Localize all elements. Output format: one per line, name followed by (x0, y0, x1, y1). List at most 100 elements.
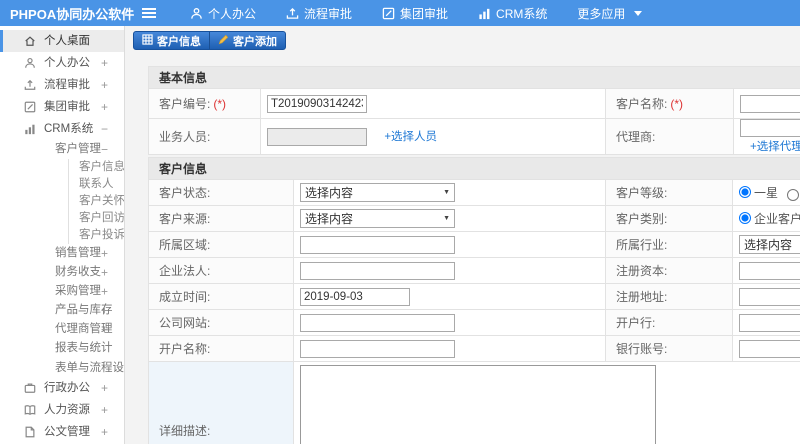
sidebar-item-crm[interactable]: CRM系统 − (0, 118, 124, 140)
bank-input[interactable] (739, 313, 800, 332)
grade-radio-2[interactable] (787, 189, 800, 202)
website-label: 公司网站: (148, 309, 294, 336)
section-title-basic: 基本信息 (147, 66, 800, 89)
description-label: 详细描述: (148, 361, 294, 444)
customer-info-section: 客户信息 客户状态: 选择内容 ▼ 客户等级: 一星 客户来源: 选择内容 ▼ 客户 (147, 157, 800, 444)
sidebar: 个人桌面 个人办公 + 流程审批 + 集团审批 + CRM系统 − 客户管理 −… (0, 26, 125, 444)
nav-crm-system[interactable]: CRM系统 (478, 5, 547, 22)
region-label: 所属区域: (148, 231, 294, 258)
customer-category-label: 客户类别: (605, 205, 733, 232)
agent-input[interactable] (740, 119, 800, 137)
category-option-enterprise[interactable]: 企业客户 (739, 210, 800, 227)
sidebar-item-products-inventory[interactable]: 产品与库存 + (0, 301, 124, 320)
app-logo: PHPOA协同办公软件 (10, 6, 135, 22)
pencil-icon (218, 34, 229, 48)
customer-source-select[interactable]: 选择内容 ▼ (300, 209, 455, 228)
expand-icon[interactable]: + (101, 282, 108, 301)
sidebar-item-customer-info[interactable]: 客户信息 (69, 159, 124, 176)
sidebar-item-reports[interactable]: 报表与统计 (0, 339, 124, 358)
expand-icon[interactable]: + (101, 421, 108, 443)
sidebar-item-hr[interactable]: 人力资源 + (0, 399, 124, 421)
description-textarea[interactable] (300, 365, 656, 444)
legal-person-input[interactable] (300, 261, 455, 280)
main-content: 客户信息 客户添加 基本信息 客户编号:(*) 客户名称:(*) (125, 26, 800, 444)
sidebar-item-purchase[interactable]: 采购管理 + (0, 282, 124, 301)
tab-bar: 客户信息 客户添加 (133, 31, 286, 50)
region-input[interactable] (300, 235, 455, 254)
sidebar-item-document-mgmt[interactable]: 公文管理 + (0, 421, 124, 443)
sidebar-item-customer-visit[interactable]: 客户回访 (69, 210, 124, 227)
upload-icon (24, 79, 36, 91)
industry-label: 所属行业: (605, 231, 733, 258)
basic-info-section: 基本信息 客户编号:(*) 客户名称:(*) 业务人员: +选择人员 代理商 (147, 66, 800, 155)
industry-select[interactable]: 选择内容▼ (739, 235, 800, 254)
sidebar-item-form-flow-settings[interactable]: 表单与流程设置+ (0, 358, 124, 377)
sidebar-item-sales-mgmt[interactable]: 销售管理 + (0, 244, 124, 263)
sidebar-item-customer-mgmt[interactable]: 客户管理 − (0, 140, 124, 159)
sidebar-item-admin-office[interactable]: 行政办公 + (0, 377, 124, 399)
account-name-label: 开户名称: (148, 335, 294, 362)
grade-one-star-radio[interactable] (739, 186, 751, 199)
customer-status-label: 客户状态: (148, 179, 294, 206)
registered-address-input[interactable] (739, 287, 800, 306)
collapse-icon[interactable]: − (101, 118, 108, 140)
sidebar-item-contacts[interactable]: 联系人 (69, 176, 124, 193)
topbar: PHPOA协同办公软件 个人办公 流程审批 集团审批 CRM系统 更多应用 (0, 0, 800, 26)
expand-icon[interactable]: + (101, 74, 108, 96)
customer-name-label: 客户名称: (*) (605, 88, 734, 119)
founded-date-label: 成立时间: (148, 283, 294, 310)
sidebar-item-workflow-approval[interactable]: 流程审批 + (0, 74, 124, 96)
upload-icon (286, 7, 299, 20)
expand-icon[interactable]: + (101, 320, 108, 339)
sales-person-label: 业务人员: (148, 118, 261, 155)
account-name-input[interactable] (300, 339, 455, 358)
bank-account-input[interactable] (739, 339, 800, 358)
category-enterprise-radio[interactable] (739, 212, 751, 225)
tab-customer-add[interactable]: 客户添加 (209, 32, 285, 49)
tab-customer-info[interactable]: 客户信息 (134, 32, 209, 49)
sidebar-item-desktop[interactable]: 个人桌面 (0, 30, 124, 52)
sidebar-item-agent-mgmt[interactable]: 代理商管理 + (0, 320, 124, 339)
collapse-icon[interactable]: − (101, 140, 108, 159)
nav-group-approval[interactable]: 集团审批 (382, 5, 448, 22)
chart-icon (24, 123, 36, 135)
expand-icon[interactable]: + (101, 52, 108, 74)
select-person-link[interactable]: +选择人员 (384, 131, 437, 143)
top-navigation: 个人办公 流程审批 集团审批 CRM系统 更多应用 (190, 5, 643, 22)
expand-icon[interactable]: + (101, 263, 108, 282)
sidebar-item-group-approval[interactable]: 集团审批 + (0, 96, 124, 118)
nav-workflow-approval[interactable]: 流程审批 (286, 5, 352, 22)
expand-icon[interactable]: + (101, 96, 108, 118)
briefcase-icon (24, 382, 36, 394)
expand-icon[interactable]: + (101, 399, 108, 421)
section-title-customer: 客户信息 (147, 157, 800, 180)
user-icon (24, 57, 36, 69)
nav-personal-office[interactable]: 个人办公 (190, 5, 256, 22)
bank-label: 开户行: (605, 309, 733, 336)
expand-icon[interactable]: + (101, 377, 108, 399)
grade-option-one-star[interactable]: 一星 (739, 184, 778, 201)
menu-toggle-icon[interactable] (142, 6, 156, 20)
registered-capital-input[interactable] (739, 261, 800, 280)
expand-icon[interactable]: + (101, 244, 108, 263)
sidebar-item-finance[interactable]: 财务收支 + (0, 263, 124, 282)
sidebar-item-customer-complaint[interactable]: 客户投诉 (69, 227, 124, 244)
customer-no-input[interactable] (267, 94, 367, 113)
founded-date-input[interactable] (300, 287, 410, 306)
sidebar-item-customer-care[interactable]: 客户关怀 (69, 193, 124, 210)
select-agent-link[interactable]: +选择代理商 (750, 138, 800, 154)
customer-grade-label: 客户等级: (605, 179, 733, 206)
expand-icon[interactable]: + (101, 301, 108, 320)
sidebar-item-personal-office[interactable]: 个人办公 + (0, 52, 124, 74)
customer-mgmt-submenu: 客户信息 联系人 客户关怀 客户回访 客户投诉 (68, 159, 124, 244)
registered-capital-label: 注册资本: (605, 257, 733, 284)
customer-name-input[interactable] (740, 94, 800, 113)
customer-source-label: 客户来源: (148, 205, 294, 232)
document-icon (24, 426, 36, 438)
sales-person-input[interactable] (267, 127, 367, 146)
nav-more-apps[interactable]: 更多应用 (577, 5, 643, 22)
user-icon (190, 7, 203, 20)
website-input[interactable] (300, 313, 455, 332)
customer-add-form: 基本信息 客户编号:(*) 客户名称:(*) 业务人员: +选择人员 代理商 (147, 66, 800, 444)
customer-status-select[interactable]: 选择内容 ▼ (300, 183, 455, 202)
